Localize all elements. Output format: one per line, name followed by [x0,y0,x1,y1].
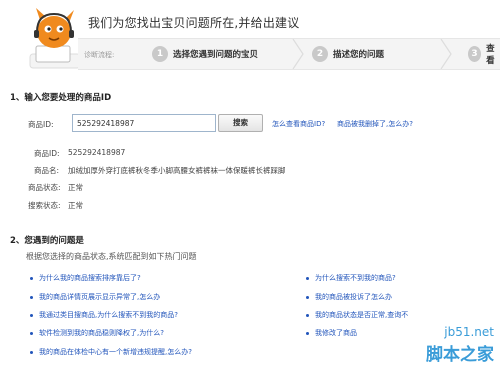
watermark-site: jb51.net [444,325,494,339]
step-separator-chevron-icon [292,39,304,69]
question-link[interactable]: 为什么我的商品搜索排序靠后了? [30,273,141,283]
question-link[interactable]: 我的商品详情页展示显示异常了,怎么办 [30,292,160,302]
detail-id-label: 商品ID: [34,149,60,158]
section-1-title: 1、输入您要处理的商品ID [10,93,112,103]
question-link[interactable]: 我通过类目搜商品,为什么搜索不到我的商品? [30,310,178,320]
diagnosis-header: 我们为您找出宝贝问题所在,并给出建议 诊断流程: 1 选择您遇到问题的宝贝 2 … [0,0,500,80]
detail-search-status-label: 搜索状态: [28,201,61,210]
step-progress-bar: 诊断流程: 1 选择您遇到问题的宝贝 2 描述您的问题 3 查看 [78,38,500,70]
bullet-icon [306,331,309,335]
search-button[interactable]: 搜索 [218,114,263,132]
bullet-icon [30,313,33,317]
step-3-label: 查看 [486,44,495,66]
question-link[interactable]: 我的商品在体检中心有一个新增违规提醒,怎么办? [30,347,192,357]
step-3-number: 3 [468,46,482,62]
how-to-find-id-link[interactable]: 怎么查看商品ID? [272,119,325,129]
bullet-icon [306,313,309,317]
step-label: 诊断流程: [84,51,115,59]
step-separator-chevron-icon [440,39,452,69]
question-link[interactable]: 为什么搜索不到我的商品? [306,273,396,283]
question-link[interactable]: 软件检测到我的商品稳则降权了,为什么? [30,328,164,338]
detail-name-value: 加绒加厚外穿打底裤秋冬季小脚高腰女裤裤袜一体保暖裤长裤踩脚 [68,166,286,175]
bullet-icon [30,276,33,280]
mascot-icon [29,8,81,69]
step-3[interactable]: 3 查看 [468,39,500,69]
step-1-label: 选择您遇到问题的宝贝 [173,50,259,60]
bullet-icon [30,295,33,299]
watermark-name: 脚本之家 [426,345,494,365]
bullet-icon [30,331,33,335]
step-2-number: 2 [312,46,328,62]
detail-name-label: 商品名: [34,166,60,175]
product-deleted-link[interactable]: 商品被我删掉了,怎么办? [337,119,413,129]
detail-search-status-value: 正常 [68,201,83,210]
detail-id-value: 525292418987 [68,148,126,157]
section-2-title: 2、您遇到的问题是 [10,236,84,246]
product-id-input[interactable] [72,114,216,132]
step-1[interactable]: 1 选择您遇到问题的宝贝 [152,39,258,69]
product-id-label: 商品ID: [28,120,54,129]
question-link[interactable]: 我的商品被投诉了怎么办 [306,292,392,302]
step-1-number: 1 [152,46,168,62]
bullet-icon [30,350,33,354]
detail-status-label: 商品状态: [28,183,61,192]
bullet-icon [306,295,309,299]
step-2-label: 描述您的问题 [333,50,385,60]
detail-status-value: 正常 [68,183,83,192]
bullet-icon [306,276,309,280]
step-2[interactable]: 2 描述您的问题 [312,39,384,69]
page-title: 我们为您找出宝贝问题所在,并给出建议 [88,16,300,30]
section-2-hint: 根据您选择的商品状态,系统匹配到如下热门问题 [26,252,197,261]
